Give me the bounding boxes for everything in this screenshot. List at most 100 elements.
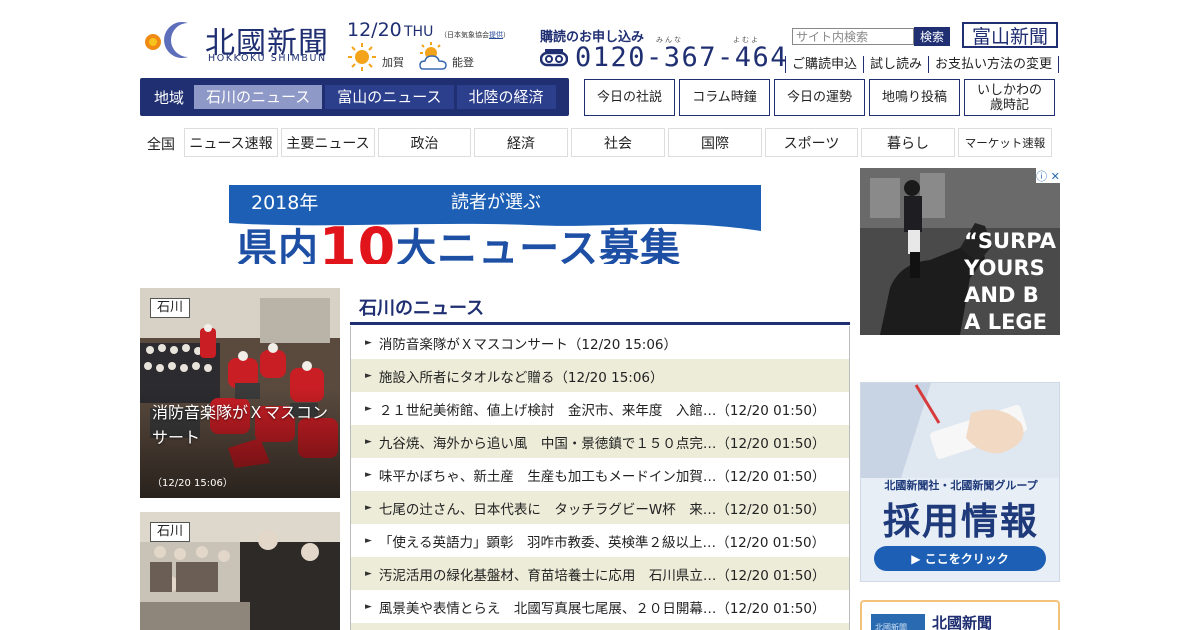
category-top-news[interactable]: 主要ニュース (281, 128, 375, 157)
editorial-button[interactable]: 今日の社説 (584, 79, 675, 116)
site-search-input[interactable] (792, 28, 914, 45)
weather-region-kaga: 加賀 (382, 56, 404, 69)
news-title[interactable]: 「使える英語力」顕彰 羽咋市教委、英検準２級以上… (379, 531, 716, 551)
reader-post-button[interactable]: 地鳴り投稿 (869, 79, 960, 116)
news-title[interactable]: 風景美や表情とらえ 北國写真展七尾展、２０日開幕… (379, 597, 717, 617)
news-title[interactable]: 味平かぼちゃ、新土産 生産も加工もメードイン加賀… (379, 465, 717, 485)
news-time: （12/20 01:50） (716, 600, 826, 617)
ishikawa-saijiki-button[interactable]: いしかわの 歳時記 (964, 79, 1055, 116)
news-title[interactable]: 施設入所者にタオルなど贈る (379, 366, 555, 386)
category-society[interactable]: 社会 (571, 128, 665, 157)
news-title[interactable]: 九谷焼、海外から追い風 中国・景徳鎮で１５０点完… (379, 432, 717, 452)
adchoices-close-icon[interactable]: ⓘ ✕ (1036, 168, 1060, 183)
promo-thumbnail: 北國新聞 (871, 614, 925, 630)
recruit-click-button[interactable]: ▶ ここをクリック (874, 546, 1046, 571)
weather-credit: （日本気象協会提供） (440, 31, 510, 39)
utility-links: ご購読申込 試し読み お支払い方法の変更 (785, 56, 1060, 73)
horoscope-button[interactable]: 今日の運勢 (774, 79, 865, 116)
equestrian-ad[interactable]: “SURPA YOURS AND B A LEGE ⓘ ✕ (860, 168, 1060, 335)
news-time: （12/20 15:06） (554, 369, 664, 386)
arrow-right-icon: ► (365, 502, 372, 513)
free-dial-icon (540, 49, 568, 67)
category-national[interactable]: 全国 (147, 134, 175, 154)
ad-horse-headline: “SURPA YOURS AND B A LEGE (964, 229, 1056, 334)
banner-year: 2018年 (251, 192, 319, 214)
category-market[interactable]: マーケット速報 (958, 128, 1052, 157)
trial-read-link[interactable]: 試し読み (863, 56, 928, 73)
news-time: （12/20 15:06） (567, 336, 678, 353)
category-sports[interactable]: スポーツ (765, 128, 858, 157)
news-item[interactable]: ► 「使える英語力」顕彰 羽咋市教委、英検準２級以上… （12/20 01:50） (351, 524, 849, 557)
news-item[interactable]: ► 味平かぼちゃ、新土産 生産も加工もメードイン加賀… （12/20 01:50） (351, 458, 849, 491)
day-of-week: THU (404, 24, 434, 40)
news-item[interactable]: ► 施設入所者にタオルなど贈る （12/20 15:06） (351, 359, 849, 392)
search-button[interactable]: 検索 (914, 27, 950, 46)
card-headline[interactable]: 消防音楽隊がＸマスコン サート (152, 400, 328, 450)
payment-change-link[interactable]: お支払い方法の変更 (928, 56, 1060, 73)
news-item[interactable]: ► 七尾の辻さん、日本代表に タッチラグビーW杯 来… （12/20 01:50） (351, 491, 849, 524)
tab-hokuriku-economy[interactable]: 北陸の経済 (456, 85, 556, 109)
banner-headline: 県内10大ニュース募集 (237, 216, 682, 264)
tab-ishikawa-news[interactable]: 石川のニュース (194, 85, 323, 109)
category-economy[interactable]: 経済 (474, 128, 568, 157)
toyama-shimbun-link[interactable]: 富山新聞 (962, 22, 1058, 48)
news-item[interactable]: ► 風景美や表情とらえ 北國写真展七尾展、２０日開幕… （12/20 01:50） (351, 590, 849, 623)
top-10-news-banner[interactable]: 2018年 読者が選ぶ 県内10大ニュース募集 (229, 185, 761, 264)
category-lifestyle[interactable]: 暮らし (861, 128, 955, 157)
section-underline (350, 322, 850, 325)
sun-icon (348, 43, 376, 71)
news-time: （12/20 01:50） (716, 567, 826, 584)
recruit-title: 採用情報 (883, 500, 1039, 543)
tab-toyama-news[interactable]: 富山のニュース (325, 85, 454, 109)
section-title-ishikawa[interactable]: 石川のニュース (359, 294, 484, 320)
card-region-tag: 石川 (150, 298, 191, 318)
news-time: （12/20 01:50） (716, 468, 826, 485)
featured-news-card-1[interactable]: 石川 消防音楽隊がＸマスコン サート （12/20 15:06） (140, 288, 340, 498)
arrow-right-icon: ► (365, 370, 372, 381)
news-item[interactable]: ► 九谷焼、海外から追い風 中国・景徳鎮で１５０点完… （12/20 01:50） (351, 425, 849, 458)
news-title[interactable]: 汚泥活用の緑化基盤材、育苗培養士に応用 石川県立… (379, 564, 717, 584)
news-item[interactable]: ► 消防音楽隊がＸマスコンサート （12/20 15:06） (351, 326, 849, 359)
arrow-right-icon: ► (365, 469, 372, 480)
arrow-right-icon: ► (365, 403, 372, 414)
arrow-right-icon: ► (365, 436, 372, 447)
news-time: （12/20 01:50） (716, 435, 826, 452)
saijiki-line-1: いしかわの (976, 82, 1042, 98)
hokkoku-promo-box[interactable]: 北國新聞 北國新聞 (860, 600, 1060, 630)
news-title[interactable]: 七尾の辻さん、日本代表に タッチラグビーW杯 来… (379, 498, 716, 518)
news-item[interactable]: ► 汚泥活用の緑化基盤材、育苗培養士に応用 石川県立… （12/20 01:50） (351, 557, 849, 590)
news-item[interactable]: ► ２１世紀美術館、値上げ検討 金沢市、来年度 入館… （12/20 01:50） (351, 392, 849, 425)
recruitment-ad[interactable]: 北國新聞社・北國新聞グループ 採用情報 ▶ ここをクリック (860, 382, 1060, 582)
region-label: 地域 (154, 88, 185, 107)
site-logo-roman: HOKKOKU SHIMBUN (208, 53, 327, 64)
arrow-right-icon: ► (365, 568, 372, 579)
weather-region-noto: 能登 (452, 56, 474, 69)
column-jisho-button[interactable]: コラム時鐘 (679, 79, 770, 116)
subscribe-link[interactable]: ご購読申込 (785, 56, 863, 73)
banner-reader-choice: 読者が選ぶ (451, 192, 541, 213)
category-international[interactable]: 国際 (668, 128, 762, 157)
arrow-right-icon: ► (365, 337, 372, 348)
weather-credit-link[interactable]: 提供 (489, 31, 503, 39)
news-time: （12/20 01:50） (716, 501, 826, 518)
news-item[interactable] (351, 623, 849, 630)
arrow-right-icon: ► (365, 601, 372, 612)
region-nav: 地域 石川のニュース 富山のニュース 北陸の経済 (140, 78, 569, 116)
news-time: （12/20 01:50） (716, 402, 826, 419)
phone-number[interactable]: 0120-367-464 (575, 42, 788, 73)
featured-news-card-2[interactable]: 石川 (140, 512, 340, 630)
saijiki-line-2: 歳時記 (989, 97, 1029, 113)
arrow-right-icon: ► (365, 535, 372, 546)
news-title[interactable]: 消防音楽隊がＸマスコンサート (379, 333, 568, 353)
news-title[interactable]: ２１世紀美術館、値上げ検討 金沢市、来年度 入館… (379, 399, 717, 419)
hokkoku-logo-mark-icon[interactable] (140, 16, 198, 64)
card-region-tag-2: 石川 (150, 522, 191, 542)
category-breaking-news[interactable]: ニュース速報 (184, 128, 278, 157)
news-time: （12/20 01:50） (716, 534, 826, 551)
card-timestamp: （12/20 15:06） (152, 478, 233, 489)
category-politics[interactable]: 政治 (378, 128, 471, 157)
current-date: 12/20 (347, 19, 402, 41)
promo-title: 北國新聞 (932, 614, 993, 630)
sun-cloud-icon (419, 42, 447, 70)
writing-hand-photo (861, 383, 1059, 478)
